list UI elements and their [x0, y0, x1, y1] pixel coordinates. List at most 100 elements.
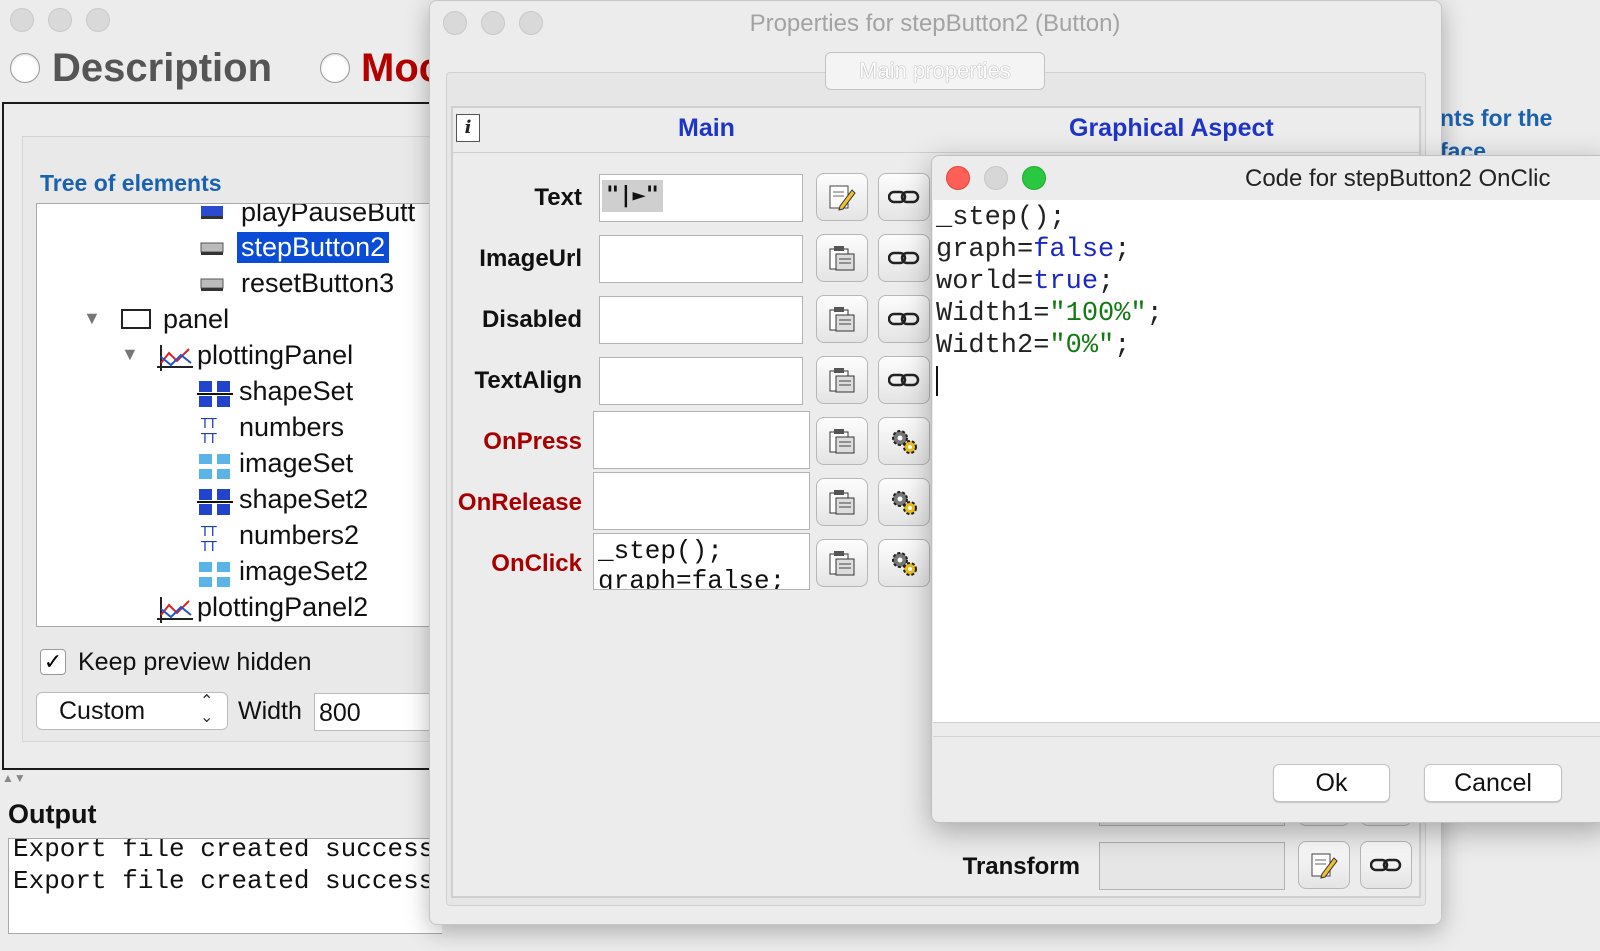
code-line: graph=false; — [936, 235, 1131, 265]
link-text-button[interactable] — [878, 173, 930, 221]
description-radio[interactable] — [10, 53, 40, 83]
tree-item[interactable]: TT TT numbers2 — [197, 518, 363, 556]
edit-disabled-button[interactable] — [816, 295, 868, 343]
link-icon — [888, 251, 920, 265]
code-dialog-title: Code for stepButton2 OnClic — [1245, 165, 1551, 192]
tree-item[interactable]: playPauseButt — [199, 204, 419, 229]
output-title: Output — [8, 799, 97, 829]
property-label-textalign: TextAlign — [474, 367, 582, 394]
property-label-disabled: Disabled — [481, 306, 582, 333]
tree-item[interactable]: panel — [121, 302, 233, 336]
onclick-field[interactable]: _step(); graph=false; — [593, 533, 810, 590]
onpress-field[interactable] — [593, 411, 810, 469]
method-onrelease-button[interactable] — [878, 478, 930, 526]
code-line: _step(); — [936, 203, 1066, 233]
tree-item[interactable]: shapeSet — [197, 374, 357, 408]
tree-item[interactable]: resetButton3 — [199, 266, 398, 300]
info-icon[interactable]: i — [456, 114, 480, 142]
split-arrows-icon[interactable]: ▲▼ — [2, 771, 26, 785]
clipboard-icon — [829, 246, 855, 271]
edit-onpress-button[interactable] — [816, 417, 868, 465]
clipboard-icon — [829, 368, 855, 393]
text-set-icon: TT TT — [197, 523, 227, 555]
disabled-field[interactable] — [599, 296, 803, 344]
property-label-onpress: OnPress — [483, 428, 582, 455]
svg-text:TT: TT — [200, 525, 217, 540]
element-tree[interactable]: playPauseButt stepButton2 resetButton3 ▼… — [36, 203, 442, 627]
output-console[interactable]: Export file created successf Export file… — [8, 838, 442, 934]
tree-item[interactable]: plottingPanel — [155, 338, 357, 372]
button-icon — [199, 271, 229, 295]
svg-text:TT: TT — [200, 417, 217, 432]
property-label-onrelease: OnRelease — [457, 489, 582, 516]
tree-item[interactable]: TT TT numbers — [197, 410, 348, 448]
tree-item[interactable]: shapeSet2 — [197, 482, 372, 516]
method-onclick-button[interactable] — [878, 539, 930, 587]
link-icon — [1370, 858, 1402, 872]
ok-button[interactable]: Ok — [1273, 764, 1390, 802]
link-textalign-button[interactable] — [878, 356, 930, 404]
code-zoom-button[interactable] — [1022, 166, 1046, 190]
header-main: Main — [678, 114, 735, 142]
edit-onclick-button[interactable] — [816, 539, 868, 587]
gears-icon — [892, 552, 917, 576]
text-caret — [936, 366, 938, 396]
onrelease-field[interactable] — [593, 472, 810, 530]
code-dialog-separator — [933, 736, 1600, 737]
link-icon — [888, 190, 920, 204]
panel-icon — [121, 307, 151, 331]
property-label-transform: Transform — [962, 853, 1080, 880]
link-imageurl-button[interactable] — [878, 234, 930, 282]
edit-text-button[interactable] — [816, 173, 868, 221]
property-label-text: Text — [534, 184, 582, 211]
tree-item[interactable]: imageSet — [197, 446, 357, 480]
cancel-button[interactable]: Cancel — [1424, 764, 1562, 802]
button-icon — [199, 235, 229, 259]
keep-preview-label: Keep preview hidden — [78, 648, 312, 676]
clipboard-icon — [829, 429, 855, 454]
tab-main-properties[interactable]: Main properties — [825, 52, 1045, 90]
property-label-onclick: OnClick — [491, 550, 582, 577]
text-set-icon: TT TT — [197, 415, 227, 447]
edit-pencil-icon — [829, 185, 856, 211]
edit-textalign-button[interactable] — [816, 356, 868, 404]
close-window-button[interactable] — [10, 8, 34, 32]
width-input[interactable]: 800 — [314, 693, 444, 731]
link-disabled-button[interactable] — [878, 295, 930, 343]
zoom-window-button[interactable] — [86, 8, 110, 32]
code-line: Width2="0%"; — [936, 331, 1131, 361]
link-icon — [888, 373, 920, 387]
gears-icon — [892, 491, 917, 515]
svg-text:TT: TT — [200, 432, 217, 445]
edit-onrelease-button[interactable] — [816, 478, 868, 526]
edit-imageurl-button[interactable] — [816, 234, 868, 282]
output-line: Export file created successf — [13, 866, 442, 896]
code-line: Width1="100%"; — [936, 299, 1163, 329]
tab-description[interactable]: Description — [52, 46, 272, 91]
tree-item[interactable]: plottingPanel2 — [155, 590, 372, 624]
imageurl-field[interactable] — [599, 235, 803, 283]
shape-set-icon — [197, 487, 233, 515]
keep-preview-checkbox[interactable]: ✓ — [40, 649, 66, 675]
minimize-window-button[interactable] — [48, 8, 72, 32]
tree-item[interactable]: imageSet2 — [197, 554, 372, 588]
code-line: world=true; — [936, 267, 1115, 297]
collapse-triangle-icon[interactable]: ▼ — [83, 308, 101, 329]
collapse-triangle-icon[interactable]: ▼ — [121, 344, 139, 365]
link-transform-button[interactable] — [1360, 841, 1412, 889]
edit-transform-button[interactable] — [1298, 841, 1350, 889]
plotting-panel-icon — [155, 343, 193, 371]
code-close-button[interactable] — [946, 166, 970, 190]
text-value: "|►" — [602, 180, 663, 212]
image-set-icon — [197, 559, 230, 587]
model-radio[interactable] — [320, 53, 350, 83]
tree-item-selected[interactable]: stepButton2 — [199, 230, 390, 264]
tree-title: Tree of elements — [40, 170, 222, 196]
code-minimize-button[interactable] — [984, 166, 1008, 190]
textalign-field[interactable] — [599, 357, 803, 405]
properties-dialog-title: Properties for stepButton2 (Button) — [749, 10, 1121, 37]
transform-field[interactable] — [1099, 842, 1285, 890]
clipboard-icon — [829, 307, 855, 332]
method-onpress-button[interactable] — [878, 417, 930, 465]
plotting-panel-icon — [155, 595, 193, 623]
